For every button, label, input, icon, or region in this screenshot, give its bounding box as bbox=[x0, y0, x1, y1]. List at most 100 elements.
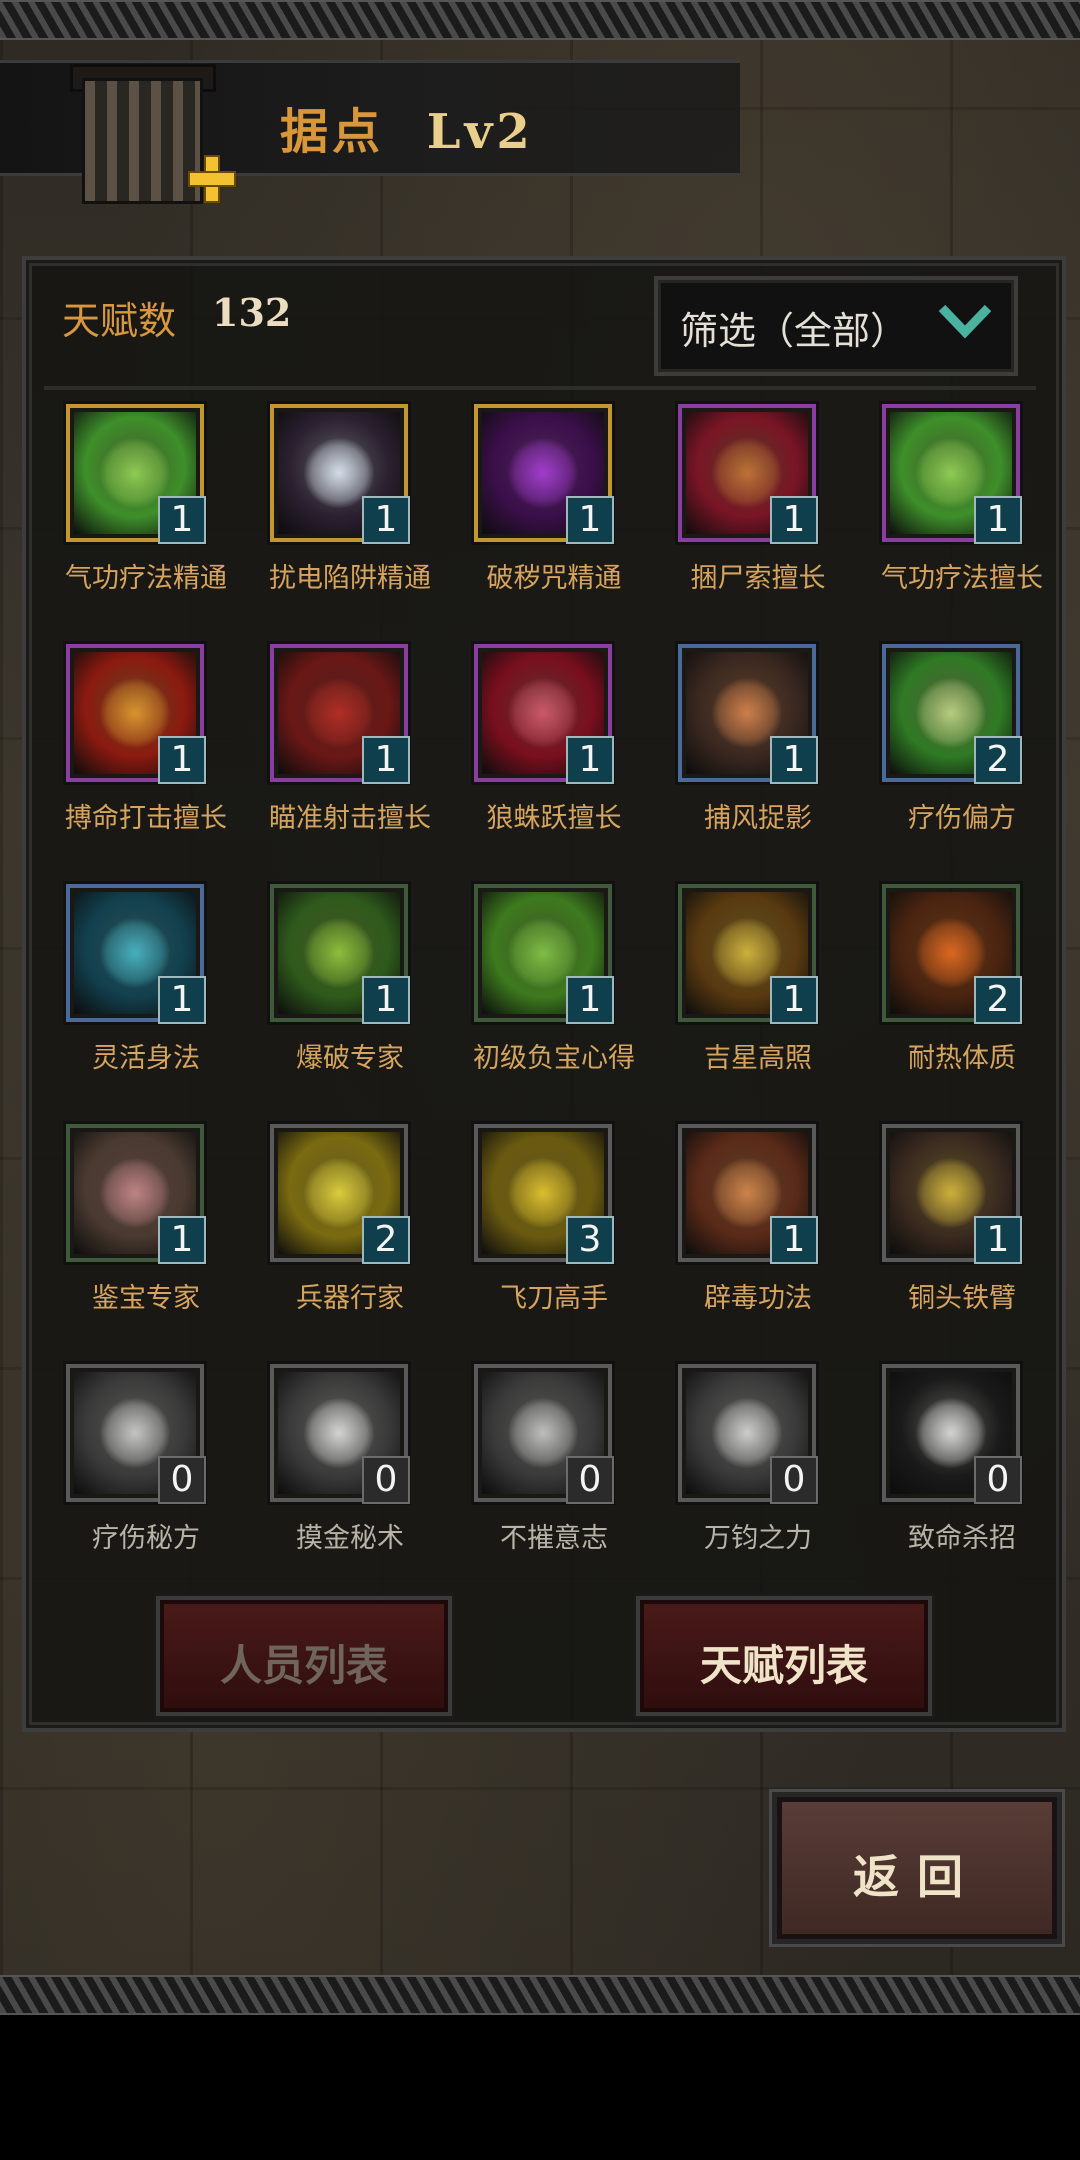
talent-icon-frame: 1 bbox=[474, 644, 614, 784]
talent-icon-frame: 1 bbox=[882, 404, 1022, 544]
filter-dropdown[interactable]: 筛选（全部） bbox=[654, 276, 1018, 376]
page-title: 据点 Lv2 bbox=[280, 92, 534, 162]
talent-level-badge: 1 bbox=[974, 496, 1022, 544]
talent-name: 气功疗法擅长 bbox=[881, 563, 1043, 594]
tab-members-label: 人员列表 bbox=[219, 1641, 388, 1690]
talent-icon-frame: 1 bbox=[678, 884, 818, 1024]
talent-level-badge: 1 bbox=[158, 496, 206, 544]
talent-level-badge: 1 bbox=[362, 736, 410, 784]
talent-item[interactable]: 1 灵活身法 bbox=[28, 884, 228, 1094]
tab-members-list[interactable]: 人员列表 bbox=[156, 1596, 452, 1716]
talent-item[interactable]: 0 万钧之力 bbox=[640, 1364, 840, 1574]
talent-name: 吉星高照 bbox=[704, 1043, 812, 1074]
talent-level-badge: 0 bbox=[974, 1456, 1022, 1504]
talent-name: 气功疗法精通 bbox=[65, 563, 227, 594]
talent-icon-frame: 0 bbox=[678, 1364, 818, 1504]
talent-item[interactable]: 1 吉星高照 bbox=[640, 884, 840, 1094]
talent-name: 铜头铁臂 bbox=[908, 1283, 1016, 1314]
talent-level-badge: 0 bbox=[362, 1456, 410, 1504]
talent-level-badge: 1 bbox=[158, 736, 206, 784]
tab-talents-list[interactable]: 天赋列表 bbox=[636, 1596, 932, 1716]
talent-count-label: 天赋数 bbox=[62, 299, 177, 343]
talent-name: 搏命打击擅长 bbox=[65, 803, 227, 834]
talent-item[interactable]: 1 爆破专家 bbox=[232, 884, 432, 1094]
talent-item[interactable]: 1 气功疗法精通 bbox=[28, 404, 228, 614]
talent-level-badge: 1 bbox=[566, 976, 614, 1024]
talent-item[interactable]: 0 摸金秘术 bbox=[232, 1364, 432, 1574]
talent-level-badge: 1 bbox=[770, 496, 818, 544]
talent-level-badge: 1 bbox=[566, 496, 614, 544]
talent-icon-frame: 1 bbox=[270, 644, 410, 784]
talent-name: 捆尸索擅长 bbox=[690, 563, 826, 594]
talent-item[interactable]: 1 瞄准射击擅长 bbox=[232, 644, 432, 854]
upgrade-plus-icon[interactable] bbox=[188, 155, 236, 203]
talent-level-badge: 0 bbox=[566, 1456, 614, 1504]
talent-item[interactable]: 0 不摧意志 bbox=[436, 1364, 636, 1574]
talent-icon-frame: 1 bbox=[270, 884, 410, 1024]
talent-level-badge: 1 bbox=[158, 1216, 206, 1264]
filter-label: 筛选（全部） bbox=[680, 309, 909, 353]
talent-level-badge: 3 bbox=[566, 1216, 614, 1264]
level-text: Lv2 bbox=[426, 104, 534, 160]
talent-icon-frame: 2 bbox=[882, 884, 1022, 1024]
talent-name: 摸金秘术 bbox=[296, 1523, 404, 1554]
title-text: 据点 bbox=[280, 104, 385, 160]
talent-item[interactable]: 2 疗伤偏方 bbox=[844, 644, 1044, 854]
talent-item[interactable]: 1 狼蛛跃擅长 bbox=[436, 644, 636, 854]
talent-level-badge: 1 bbox=[770, 736, 818, 784]
building-body bbox=[82, 78, 203, 204]
talent-name: 疗伤偏方 bbox=[908, 803, 1016, 834]
talent-item[interactable]: 0 疗伤秘方 bbox=[28, 1364, 228, 1574]
top-ornament-border bbox=[0, 0, 1080, 40]
talent-icon-frame: 3 bbox=[474, 1124, 614, 1264]
talent-icon-frame: 1 bbox=[474, 884, 614, 1024]
talent-level-badge: 1 bbox=[362, 496, 410, 544]
chevron-down-icon bbox=[938, 304, 992, 339]
talent-item[interactable]: 1 破秽咒精通 bbox=[436, 404, 636, 614]
talent-name: 不摧意志 bbox=[500, 1523, 608, 1554]
talent-count-value: 132 bbox=[212, 290, 292, 335]
talent-item[interactable]: 1 初级负宝心得 bbox=[436, 884, 636, 1094]
talent-item[interactable]: 1 搏命打击擅长 bbox=[28, 644, 228, 854]
talent-item[interactable]: 1 捕风捉影 bbox=[640, 644, 840, 854]
talent-level-badge: 2 bbox=[974, 736, 1022, 784]
talent-item[interactable]: 1 捆尸索擅长 bbox=[640, 404, 840, 614]
talent-icon-frame: 2 bbox=[882, 644, 1022, 784]
talent-level-badge: 1 bbox=[770, 1216, 818, 1264]
talent-icon-frame: 1 bbox=[66, 404, 206, 544]
back-button[interactable]: 返回 bbox=[772, 1792, 1062, 1944]
talent-name: 初级负宝心得 bbox=[473, 1043, 635, 1074]
talent-name: 耐热体质 bbox=[908, 1043, 1016, 1074]
talent-name: 万钧之力 bbox=[704, 1523, 812, 1554]
talent-icon-frame: 1 bbox=[66, 644, 206, 784]
talent-name: 飞刀高手 bbox=[500, 1283, 608, 1314]
talent-level-badge: 0 bbox=[158, 1456, 206, 1504]
talent-level-badge: 2 bbox=[362, 1216, 410, 1264]
talent-item[interactable]: 3 飞刀高手 bbox=[436, 1124, 636, 1334]
talent-name: 爆破专家 bbox=[296, 1043, 404, 1074]
talent-icon-frame: 1 bbox=[678, 404, 818, 544]
talent-level-badge: 1 bbox=[566, 736, 614, 784]
talent-item[interactable]: 1 辟毒功法 bbox=[640, 1124, 840, 1334]
talent-name: 疗伤秘方 bbox=[92, 1523, 200, 1554]
talent-item[interactable]: 1 鉴宝专家 bbox=[28, 1124, 228, 1334]
talent-icon-frame: 0 bbox=[474, 1364, 614, 1504]
talent-item[interactable]: 2 兵器行家 bbox=[232, 1124, 432, 1334]
talent-level-badge: 0 bbox=[770, 1456, 818, 1504]
talent-name: 兵器行家 bbox=[296, 1283, 404, 1314]
talent-item[interactable]: 1 气功疗法擅长 bbox=[844, 404, 1044, 614]
talent-name: 瞄准射击擅长 bbox=[269, 803, 431, 834]
talent-item[interactable]: 1 扰电陷阱精通 bbox=[232, 404, 432, 614]
talent-icon-frame: 1 bbox=[66, 884, 206, 1024]
talent-level-badge: 1 bbox=[974, 1216, 1022, 1264]
talent-name: 鉴宝专家 bbox=[92, 1283, 200, 1314]
talent-item[interactable]: 0 致命杀招 bbox=[844, 1364, 1044, 1574]
panel-divider bbox=[44, 386, 1036, 390]
talent-icon-frame: 0 bbox=[270, 1364, 410, 1504]
talent-item[interactable]: 1 铜头铁臂 bbox=[844, 1124, 1044, 1334]
talent-name: 灵活身法 bbox=[92, 1043, 200, 1074]
tab-talents-label: 天赋列表 bbox=[699, 1641, 868, 1690]
talent-icon-frame: 1 bbox=[66, 1124, 206, 1264]
talent-icon-frame: 0 bbox=[882, 1364, 1022, 1504]
talent-item[interactable]: 2 耐热体质 bbox=[844, 884, 1044, 1094]
